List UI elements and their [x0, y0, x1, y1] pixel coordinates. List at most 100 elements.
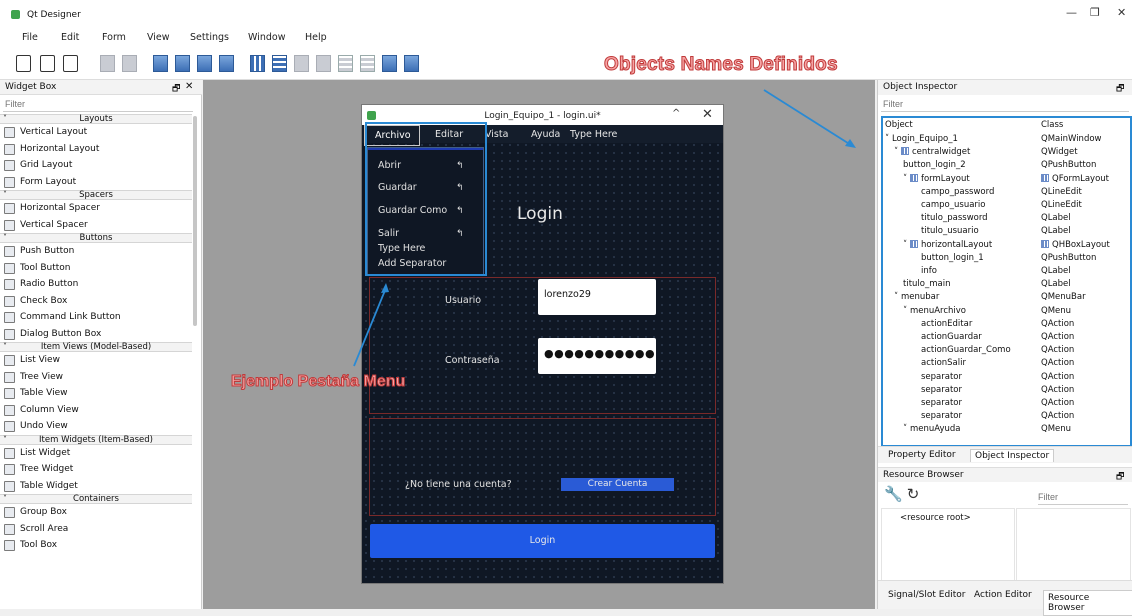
reload-icon[interactable]: ↻	[907, 485, 924, 503]
col-class[interactable]: Class	[1041, 120, 1063, 130]
form-close-icon[interactable]: ✕	[702, 107, 713, 122]
new-form-icon[interactable]	[16, 55, 31, 72]
tree-row[interactable]: separator QAction	[883, 384, 1130, 397]
widget-category[interactable]: ˅ Layouts	[0, 114, 192, 124]
chevron-up-icon[interactable]: ^	[672, 108, 680, 119]
tree-row[interactable]: ˅ menubar QMenuBar	[883, 291, 1130, 304]
widget-category[interactable]: ˅ Item Views (Model-Based)	[0, 342, 192, 352]
chevron-down-icon[interactable]: ˅	[3, 495, 7, 503]
dd-add-separator[interactable]: Add Separator	[378, 258, 446, 269]
dd-guardar[interactable]: Guardar	[378, 182, 417, 193]
menu-file[interactable]: File	[22, 32, 38, 43]
edit-resources-icon[interactable]: 🔧	[884, 485, 907, 503]
menu-settings[interactable]: Settings	[190, 32, 229, 43]
widget-item[interactable]: Tool Button	[0, 260, 192, 277]
usuario-input[interactable]: lorenzo29	[538, 279, 656, 315]
chevron-down-icon[interactable]: ˅	[903, 174, 910, 184]
widget-item[interactable]: List Widget	[0, 445, 192, 462]
chevron-down-icon[interactable]: ˅	[3, 115, 7, 123]
widget-item[interactable]: Dialog Button Box	[0, 326, 192, 343]
close-icon[interactable]: ✕	[185, 81, 193, 92]
password-input[interactable]: ●●●●●●●●●●●	[538, 338, 656, 374]
widget-item[interactable]: Radio Button	[0, 276, 192, 293]
widget-item[interactable]: Vertical Layout	[0, 124, 192, 141]
widget-category[interactable]: ˅ Buttons	[0, 233, 192, 243]
widget-item[interactable]: Undo View	[0, 418, 192, 435]
edit-buddies-icon[interactable]	[197, 55, 212, 72]
widget-item[interactable]: Form Layout	[0, 174, 192, 191]
tree-row[interactable]: titulo_usuario QLabel	[883, 225, 1130, 238]
tree-row[interactable]: separator QAction	[883, 410, 1130, 423]
widget-item[interactable]: Group Box	[0, 504, 192, 521]
login-button[interactable]: Login	[370, 524, 715, 558]
widget-category[interactable]: ˅ Spacers	[0, 190, 192, 200]
form-body[interactable]: Editar Vista Ayuda Type Here Archivo Abr…	[362, 125, 723, 583]
tree-row[interactable]: ˅ centralwidget QWidget	[883, 146, 1130, 159]
chevron-down-icon[interactable]: ˅	[903, 306, 910, 316]
edit-signals-icon[interactable]	[175, 55, 190, 72]
resource-root[interactable]: <resource root>	[900, 513, 971, 523]
close-button[interactable]: ✕	[1117, 6, 1126, 19]
widget-item[interactable]: Scroll Area	[0, 521, 192, 538]
col-object[interactable]: Object	[885, 120, 913, 130]
minimize-button[interactable]: —	[1066, 6, 1077, 19]
chevron-down-icon[interactable]: ˅	[3, 435, 7, 444]
menu-window[interactable]: Window	[248, 32, 285, 43]
widget-item[interactable]: Horizontal Spacer	[0, 200, 192, 217]
chevron-down-icon[interactable]: ˅	[3, 343, 7, 351]
chevron-down-icon[interactable]: ˅	[903, 424, 910, 434]
tree-row[interactable]: actionGuardar QAction	[883, 331, 1130, 344]
tree-row[interactable]: titulo_main QLabel	[883, 278, 1130, 291]
widget-item[interactable]: Check Box	[0, 293, 192, 310]
form-window[interactable]: Login_Equipo_1 - login.ui* ^ ✕ Editar Vi…	[361, 104, 724, 584]
adjust-size-icon[interactable]	[404, 55, 419, 72]
tab-signal-slot-editor[interactable]: Signal/Slot Editor	[888, 590, 965, 600]
tree-row[interactable]: ˅ menuArchivo QMenu	[883, 305, 1130, 318]
layout-horizontally-icon[interactable]	[250, 55, 265, 72]
widget-item[interactable]: Grid Layout	[0, 157, 192, 174]
break-layout-icon[interactable]	[382, 55, 397, 72]
tree-row[interactable]: titulo_password QLabel	[883, 212, 1130, 225]
design-canvas[interactable]: Login_Equipo_1 - login.ui* ^ ✕ Editar Vi…	[203, 80, 875, 609]
widget-item[interactable]: Push Button	[0, 243, 192, 260]
tree-row[interactable]: ˅ menuAyuda QMenu	[883, 423, 1130, 436]
widget-category[interactable]: ˅ Item Widgets (Item-Based)	[0, 434, 192, 445]
dd-type-here[interactable]: Type Here	[378, 243, 425, 254]
save-form-icon[interactable]	[63, 55, 78, 72]
tab-object-inspector[interactable]: Object Inspector	[970, 449, 1055, 462]
widget-item[interactable]: Command Link Button	[0, 309, 192, 326]
form-menu-ayuda[interactable]: Ayuda	[531, 129, 560, 140]
tree-row[interactable]: campo_usuario QLineEdit	[883, 199, 1130, 212]
widget-item[interactable]: Horizontal Layout	[0, 141, 192, 158]
create-account-button[interactable]: Crear Cuenta	[561, 478, 674, 491]
chevron-down-icon[interactable]: ˅	[885, 134, 892, 144]
widget-item[interactable]: Table View	[0, 385, 192, 402]
tree-row[interactable]: ˅ formLayout QFormLayout	[883, 173, 1130, 186]
tree-row[interactable]: button_login_2 QPushButton	[883, 159, 1130, 172]
widget-item[interactable]: Tree View	[0, 369, 192, 386]
widget-filter-input[interactable]	[3, 96, 193, 112]
menu-form[interactable]: Form	[102, 32, 126, 43]
edit-widgets-icon[interactable]	[153, 55, 168, 72]
chevron-down-icon[interactable]: ˅	[3, 191, 7, 199]
widget-item[interactable]: Table Widget	[0, 478, 192, 495]
tree-row[interactable]: actionEditar QAction	[883, 318, 1130, 331]
edit-tab-order-icon[interactable]	[219, 55, 234, 72]
layout-grid-icon[interactable]	[338, 55, 353, 72]
menu-edit[interactable]: Edit	[61, 32, 79, 43]
form-menu-editar[interactable]: Editar	[435, 129, 463, 140]
tree-row[interactable]: info QLabel	[883, 265, 1130, 278]
tree-row[interactable]: campo_password QLineEdit	[883, 186, 1130, 199]
object-tree[interactable]: Object Class ˅ Login_Equipo_1 QMainWindow…	[881, 116, 1132, 447]
inspector-filter-input[interactable]	[881, 96, 1129, 112]
tab-property-editor[interactable]: Property Editor	[884, 449, 960, 461]
form-menu-archivo[interactable]: Archivo	[364, 125, 420, 146]
tree-row[interactable]: ˅ horizontalLayout QHBoxLayout	[883, 239, 1130, 252]
menu-help[interactable]: Help	[305, 32, 327, 43]
form-menu-type-here[interactable]: Type Here	[570, 129, 617, 140]
form-menu-vista[interactable]: Vista	[485, 129, 508, 140]
tree-row[interactable]: separator QAction	[883, 397, 1130, 410]
maximize-button[interactable]: ❐	[1090, 6, 1100, 19]
send-to-back-icon[interactable]	[100, 55, 115, 72]
dd-salir[interactable]: Salir	[378, 228, 399, 239]
